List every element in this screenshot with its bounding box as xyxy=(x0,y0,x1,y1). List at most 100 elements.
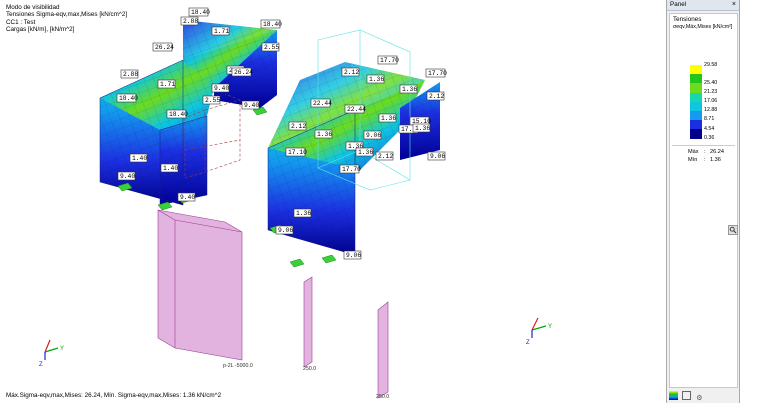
label-b7: 22.44 xyxy=(344,104,366,114)
svg-text:18.40: 18.40 xyxy=(169,111,188,118)
label-a11: 18.40 xyxy=(116,93,138,103)
scale-value: 12.88 xyxy=(704,107,718,114)
svg-text:1.36: 1.36 xyxy=(381,115,396,122)
label-b16: 17.10 xyxy=(285,147,307,157)
panel-body: Tensiones σeqv,Máx,Mises [kN/cm²] 29.58 2… xyxy=(669,13,738,388)
svg-text:22.44: 22.44 xyxy=(313,100,332,107)
svg-text:1.36: 1.36 xyxy=(296,210,311,217)
svg-text:17.70: 17.70 xyxy=(428,70,447,77)
min-value: 1.36 xyxy=(710,157,721,163)
scale-swatch xyxy=(690,83,702,93)
label-a3: 1.71 xyxy=(211,26,229,36)
svg-text:2.55: 2.55 xyxy=(205,97,220,104)
scale-value: 29.58 xyxy=(704,62,718,68)
label-b13: 9.06 xyxy=(363,130,381,140)
svg-text:9.06: 9.06 xyxy=(278,227,293,234)
scale-swatch xyxy=(690,101,702,111)
scale-value: 25.40 xyxy=(704,79,718,86)
svg-text:2.12: 2.12 xyxy=(344,69,359,76)
scale-swatch xyxy=(690,120,702,130)
settings-icon[interactable]: ⚙ xyxy=(695,394,704,403)
svg-text:9.40: 9.40 xyxy=(180,194,195,201)
svg-text:Y: Y xyxy=(60,346,64,352)
panel-section-title: Tensiones xyxy=(673,16,702,23)
scale-value: 0.36 xyxy=(704,134,715,141)
svg-text:17.70: 17.70 xyxy=(342,166,361,173)
svg-text:2.88: 2.88 xyxy=(123,71,138,78)
label-b21: 17.70 xyxy=(339,164,361,174)
scale-swatch xyxy=(690,74,702,84)
label-a9: 2.88 xyxy=(120,69,138,79)
svg-text:9.40: 9.40 xyxy=(120,173,135,180)
svg-text:Z: Z xyxy=(526,340,530,346)
scale-value: 4.54 xyxy=(704,125,715,132)
label-a8: 26.24 xyxy=(231,67,253,77)
svg-text:2.88: 2.88 xyxy=(183,18,198,25)
min-sep: : xyxy=(704,157,706,163)
panel-titlebar: Panel × xyxy=(667,0,739,11)
label-b11: 2.12 xyxy=(288,121,306,131)
close-icon[interactable]: × xyxy=(732,0,736,10)
label-b8: 2.12 xyxy=(426,91,444,101)
panel-toolbar: ⚙ xyxy=(669,391,706,403)
label-b1: 17.70 xyxy=(377,55,399,65)
view-info: Modo de visibilidad Tensiones Sigma-eqv,… xyxy=(6,4,127,34)
scale-swatch xyxy=(690,129,702,139)
svg-text:1.40: 1.40 xyxy=(132,155,147,162)
label-a19: 9.40 xyxy=(177,192,195,202)
magnifier-icon[interactable] xyxy=(728,225,738,235)
svg-text:1.36: 1.36 xyxy=(369,76,384,83)
label-a18: 9.40 xyxy=(117,171,135,181)
svg-text:9.40: 9.40 xyxy=(244,102,259,109)
svg-text:1.36: 1.36 xyxy=(317,131,332,138)
min-key: Mín xyxy=(688,157,698,163)
svg-text:1.36: 1.36 xyxy=(415,125,430,132)
table-icon[interactable] xyxy=(681,391,691,400)
panel-title: Panel xyxy=(670,1,687,8)
scale-value: 21.23 xyxy=(704,88,718,95)
max-sep: : xyxy=(704,149,706,155)
svg-text:9.40: 9.40 xyxy=(214,85,229,92)
results-panel[interactable]: Panel × Tensiones σeqv,Máx,Mises [kN/cm²… xyxy=(666,0,740,403)
model-scene[interactable]: 18.40 2.88 1.71 18.40 2.55 26.24 2.12 26… xyxy=(0,0,666,403)
label-b4: 1.36 xyxy=(366,74,384,84)
label-b15: 1.36 xyxy=(412,123,430,133)
scale-swatch xyxy=(690,65,702,75)
label-b6: 22.44 xyxy=(310,98,332,108)
svg-text:22.44: 22.44 xyxy=(347,106,366,113)
label-b9: 1.36 xyxy=(378,113,396,123)
svg-text:Z: Z xyxy=(39,362,43,368)
label-b18: 1.36 xyxy=(355,147,373,157)
svg-text:2.12: 2.12 xyxy=(429,93,444,100)
axis-triad-left: Y Z xyxy=(39,339,64,368)
scale-value: 8.71 xyxy=(704,116,715,123)
svg-text:Y: Y xyxy=(548,324,552,330)
svg-text:1.71: 1.71 xyxy=(160,81,175,88)
axis-triad-right: Y Z xyxy=(526,317,552,346)
svg-text:18.40: 18.40 xyxy=(191,9,210,16)
color-scale-icon[interactable] xyxy=(669,391,678,400)
label-a5: 2.55 xyxy=(261,42,279,52)
svg-text:26.24: 26.24 xyxy=(155,44,174,51)
max-min-box: Máx:26.24 Mín:1.36 xyxy=(672,145,735,165)
svg-text:9.06: 9.06 xyxy=(366,132,381,139)
label-a16: 1.40 xyxy=(129,153,147,163)
svg-text:17.70: 17.70 xyxy=(380,57,399,64)
scale-swatch xyxy=(690,92,702,102)
3d-viewport[interactable]: 18.40 2.88 1.71 18.40 2.55 26.24 2.12 26… xyxy=(0,0,666,403)
label-b24: 9.06 xyxy=(343,250,361,260)
label-a13: 9.40 xyxy=(211,83,229,93)
label-a4: 18.40 xyxy=(260,19,282,29)
max-key: Máx xyxy=(688,149,699,155)
svg-text:17.10: 17.10 xyxy=(288,149,307,156)
svg-text:250.0: 250.0 xyxy=(303,366,316,372)
label-a6: 26.24 xyxy=(152,42,174,52)
svg-text:26.24: 26.24 xyxy=(234,69,253,76)
info-line-2: Tensiones Sigma-eqv,max,Mises [kN/cm^2] xyxy=(6,11,128,19)
label-b19: 2.12 xyxy=(375,151,393,161)
label-a2: 2.88 xyxy=(180,16,198,26)
label-a10: 1.71 xyxy=(157,79,175,89)
svg-text:2.55: 2.55 xyxy=(264,44,279,51)
svg-text:18.40: 18.40 xyxy=(263,21,282,28)
left-frame[interactable] xyxy=(99,20,277,211)
